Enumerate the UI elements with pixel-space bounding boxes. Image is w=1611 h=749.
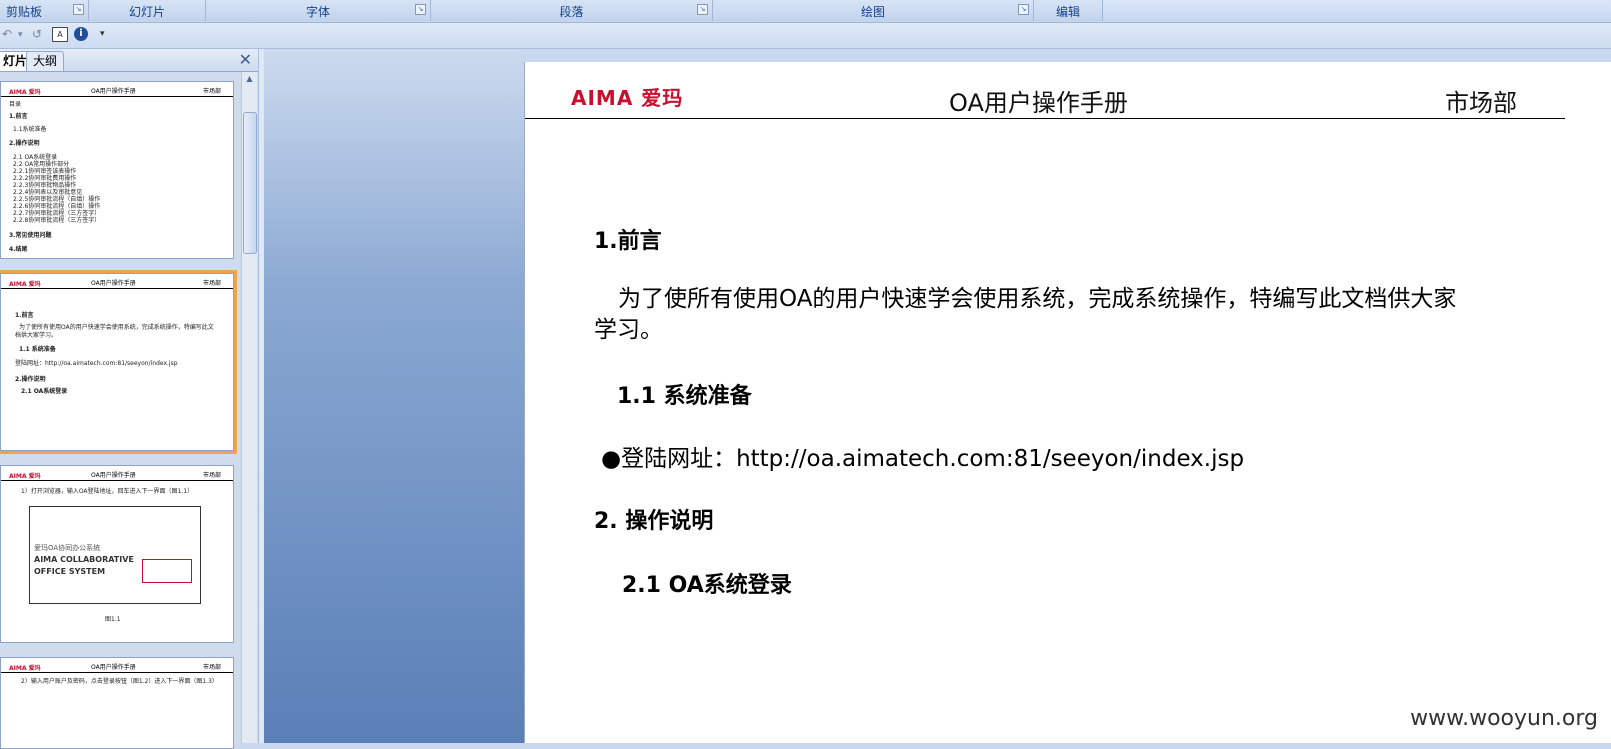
thumb-dept: 市场部 [202, 664, 221, 671]
thumb-line: 爱玛OA协同办公系统 [34, 544, 101, 552]
thumb-logo: AIMA 爱玛 [9, 89, 41, 96]
ribbon-group-bar: 剪贴板 ↘ 幻灯片 字体 ↘ 段落 ↘ 绘图 ↘ 编辑 [0, 0, 1611, 23]
thumb-line: 2.操作说明 [15, 376, 46, 383]
heading-oa-login: 2.1 OA系统登录 [622, 573, 792, 598]
thumb-line: 档供大家学习。 [15, 332, 58, 339]
heading-preface: 1.前言 [594, 229, 662, 254]
thumb-line: 1.1系统准备 [13, 126, 47, 133]
close-icon[interactable]: ✕ [239, 51, 252, 69]
thumb-line: 登陆网址：http://oa.aimatech.com:81/seeyon/in… [15, 360, 178, 367]
thumb-dept: 市场部 [202, 472, 221, 479]
scroll-thumb[interactable] [243, 112, 257, 254]
info-icon[interactable]: i [74, 27, 88, 41]
dialog-launcher-icon[interactable]: ↘ [415, 4, 426, 15]
thumb-header: AIMA 爱玛 OA用户操作手册 市场部 [1, 278, 233, 288]
ribbon-group-label: 幻灯片 [128, 5, 165, 19]
watermark: www.wooyun.org [1410, 706, 1598, 731]
pane-tabs: 灯片 大纲 ✕ [0, 49, 258, 72]
redo-icon[interactable]: ↺ [32, 27, 42, 43]
thumb-line: AIMA COLLABORATIVE [34, 555, 134, 564]
editor-background [264, 49, 524, 743]
thumb-line: 图1.1 [105, 616, 121, 623]
thumb-line: 2.1 OA系统登录 [21, 388, 68, 395]
thumb-title: OA用户操作手册 [91, 88, 136, 95]
thumb-dept: 市场部 [202, 280, 221, 287]
thumb-logo: AIMA 爱玛 [9, 473, 41, 480]
thumb-rule [1, 480, 233, 481]
tab-outline[interactable]: 大纲 [26, 51, 65, 71]
shape-icon[interactable]: A [52, 27, 68, 42]
ribbon-group-label: 编辑 [1055, 5, 1080, 19]
thumb-line: 1）打开浏览器，输入OA登陆地址，回车进入下一界面（图1.1） [21, 488, 194, 495]
slide-thumbnail-3[interactable]: AIMA 爱玛 OA用户操作手册 市场部 1）打开浏览器，输入OA登陆地址，回车… [0, 465, 234, 643]
thumb-line: 1.前言 [9, 113, 28, 120]
thumb-title: OA用户操作手册 [91, 664, 136, 671]
thumb-logo: AIMA 爱玛 [9, 281, 41, 288]
quick-access-toolbar: ↶ ▾ ↺ A i ▾ [0, 23, 1611, 49]
thumb-rule [1, 288, 233, 289]
ribbon-group-font: 字体 ↘ [206, 0, 431, 21]
thumb-line: OFFICE SYSTEM [34, 567, 106, 576]
brand-logo: AIMA 爱玛 [571, 86, 684, 110]
thumb-title: OA用户操作手册 [91, 472, 136, 479]
slide-thumbnail-1[interactable]: AIMA 爱玛 OA用户操作手册 市场部 目录 1.前言 1.1系统准备 2.操… [0, 81, 234, 259]
undo-icon[interactable]: ↶ [2, 27, 12, 43]
thumb-line: 3.常见使用问题 [9, 232, 52, 239]
dialog-launcher-icon[interactable]: ↘ [697, 4, 708, 15]
thumb-header: AIMA 爱玛 OA用户操作手册 市场部 [1, 86, 233, 96]
thumb-logo: AIMA 爱玛 [9, 665, 41, 672]
thumb-line: 目录 [9, 101, 22, 108]
thumb-line: 1.1 系统准备 [19, 346, 56, 353]
preface-paragraph: 为了使所有使用OA的用户快速学会使用系统，完成系统操作，特编写此文档供大家学习。 [594, 286, 1457, 343]
slide-thumbnail-4[interactable]: AIMA 爱玛 OA用户操作手册 市场部 2）输入用户账户及密码，点击登录按钮（… [0, 657, 234, 749]
slide-thumbnail-2[interactable]: AIMA 爱玛 OA用户操作手册 市场部 1.前言 为了使所有使用OA的用户快速… [0, 270, 237, 454]
heading-system-prep: 1.1 系统准备 [617, 384, 752, 409]
ribbon-group-label: 段落 [559, 5, 584, 19]
thumb-header: AIMA 爱玛 OA用户操作手册 市场部 [1, 470, 233, 480]
undo-dropdown-icon[interactable]: ▾ [18, 30, 23, 46]
thumb-line: 2）输入用户账户及密码，点击登录按钮（图1.2）进入下一界面（图1.3） [21, 678, 218, 685]
heading-operation: 2. 操作说明 [594, 509, 714, 534]
ribbon-group-label: 绘图 [860, 5, 885, 19]
thumb-header: AIMA 爱玛 OA用户操作手册 市场部 [1, 662, 233, 672]
ribbon-group-label: 字体 [305, 5, 330, 19]
ribbon-group-drawing: 绘图 ↘ [713, 0, 1034, 21]
customize-dropdown-icon[interactable]: ▾ [100, 29, 105, 45]
slides-pane-scrollbar[interactable]: ▲ [241, 72, 257, 743]
login-box-highlight [142, 559, 192, 583]
dialog-launcher-icon[interactable]: ↘ [73, 4, 84, 15]
dialog-launcher-icon[interactable]: ↘ [1018, 4, 1029, 15]
ribbon-group-slides: 幻灯片 [89, 0, 206, 21]
header-title: OA用户操作手册 [949, 89, 1128, 117]
thumb-title: OA用户操作手册 [91, 280, 136, 287]
ribbon-group-editing: 编辑 [1034, 0, 1103, 21]
scroll-up-icon[interactable]: ▲ [242, 74, 257, 86]
ribbon-group-paragraph: 段落 ↘ [431, 0, 713, 21]
thumb-rule [1, 96, 233, 97]
thumb-line: 2.2.8协同审批流程（三方签字） [13, 217, 101, 224]
thumb-dept: 市场部 [202, 88, 221, 95]
slide-canvas[interactable]: AIMA 爱玛 OA用户操作手册 市场部 1.前言 为了使所有使用OA的用户快速… [524, 62, 1611, 743]
header-department: 市场部 [1445, 89, 1517, 117]
thumb-line: 4.结尾 [9, 246, 28, 253]
thumb-line: 2.操作说明 [9, 140, 40, 147]
login-url-bullet: ●登陆网址：http://oa.aimatech.com:81/seeyon/i… [601, 446, 1245, 472]
login-screenshot-thumbnail: 爱玛OA协同办公系统 AIMA COLLABORATIVE OFFICE SYS… [29, 506, 201, 604]
ribbon-group-clipboard: 剪贴板 ↘ [0, 0, 89, 21]
thumb-line: 1.前言 [15, 312, 34, 319]
header-rule [525, 118, 1565, 119]
thumb-rule [1, 672, 233, 673]
slides-pane: 灯片 大纲 ✕ AIMA 爱玛 OA用户操作手册 市场部 目录 1.前言 1.1… [0, 49, 258, 749]
